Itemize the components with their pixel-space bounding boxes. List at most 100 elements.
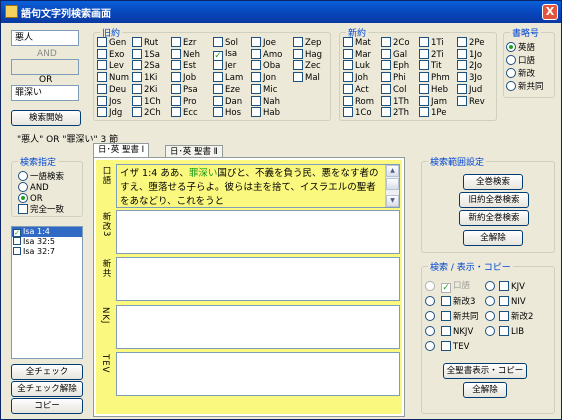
checkbox-box[interactable] <box>343 107 353 118</box>
checkbox-box[interactable] <box>251 107 261 118</box>
radio-dot[interactable] <box>425 326 435 336</box>
checkbox-box[interactable] <box>132 95 142 106</box>
ot-book-1ch[interactable]: 1Ch <box>132 95 161 108</box>
ot-book-1sa[interactable]: 1Sa <box>132 48 160 61</box>
checkbox-box[interactable] <box>441 326 451 336</box>
display-version-r3[interactable]: LIB <box>499 326 524 338</box>
display-radio-r1[interactable] <box>485 296 497 308</box>
exact-match-checkbox[interactable]: 完全一致 <box>18 204 64 216</box>
checkbox-box[interactable] <box>457 72 467 83</box>
show-copy-all-button[interactable]: 全聖書表示・コピー <box>443 363 527 379</box>
search-ot-button[interactable]: 旧約全巻検索 <box>459 192 529 208</box>
ot-book-sol[interactable]: Sol <box>213 37 238 49</box>
display-version-r0[interactable]: KJV <box>499 281 525 293</box>
ot-book-ecc[interactable]: Ecc <box>171 107 198 119</box>
nt-book-luk[interactable]: Luk <box>343 60 370 72</box>
nt-book-rev[interactable]: Rev <box>457 95 485 108</box>
ot-book-nah[interactable]: Nah <box>251 95 280 108</box>
ot-book-job[interactable]: Job <box>171 72 196 84</box>
checkbox-box[interactable] <box>343 95 353 106</box>
tab-bible-1[interactable]: 日･英 聖書 Ⅰ <box>93 143 150 157</box>
display-radio-1[interactable] <box>425 296 437 308</box>
checkbox-box[interactable] <box>213 107 223 118</box>
display-radio-3[interactable] <box>425 326 437 338</box>
checkbox-box[interactable] <box>97 95 107 106</box>
nt-book-2ti[interactable]: 2Ti <box>419 48 444 61</box>
ot-book-hab[interactable]: Hab <box>251 107 280 119</box>
radio-dot[interactable] <box>485 296 495 306</box>
passage-text-pane[interactable] <box>116 257 400 301</box>
checkbox-box[interactable] <box>213 37 223 47</box>
ot-book-2ch[interactable]: 2Ch <box>132 107 161 119</box>
result-checkbox[interactable] <box>13 237 21 245</box>
scroll-up-icon[interactable]: ▲ <box>386 165 399 177</box>
checkbox-box[interactable] <box>213 60 223 71</box>
radio-dot[interactable] <box>18 182 28 192</box>
ot-book-2sa[interactable]: 2Sa <box>132 60 160 72</box>
ot-book-eze[interactable]: Eze <box>213 83 240 96</box>
checkbox-box[interactable] <box>381 72 391 83</box>
close-button[interactable]: X <box>542 4 558 20</box>
checkbox-box[interactable] <box>97 48 107 59</box>
checkbox-box[interactable] <box>132 83 142 94</box>
nt-book-tit[interactable]: Tit <box>419 60 442 72</box>
display-radio-0[interactable] <box>425 281 437 293</box>
checkbox-box[interactable] <box>171 60 181 71</box>
ot-book-lam[interactable]: Lam <box>213 72 243 84</box>
ot-book-dan[interactable]: Dan <box>213 95 242 108</box>
nt-book-phm[interactable]: Phm <box>419 72 450 84</box>
passage-scrollbar[interactable]: ▲ ▼ <box>385 165 399 207</box>
nt-book-mar[interactable]: Mar <box>343 48 371 61</box>
abbr-option-3[interactable]: 新共同 <box>506 81 544 93</box>
ot-book-deu[interactable]: Deu <box>97 83 126 96</box>
display-version-1[interactable]: 新改3 <box>441 296 475 308</box>
display-version-r2[interactable]: 新改2 <box>499 311 533 323</box>
ot-book-amo[interactable]: Amo <box>251 48 282 61</box>
checkbox-box[interactable] <box>457 95 467 106</box>
checkbox-box[interactable] <box>381 48 391 59</box>
radio-dot[interactable] <box>506 42 516 52</box>
checkbox-box[interactable] <box>441 296 451 306</box>
checkbox-box[interactable] <box>251 37 261 47</box>
ot-book-mic[interactable]: Mic <box>251 83 277 96</box>
checkbox-box[interactable] <box>381 95 391 106</box>
start-search-button[interactable]: 検索開始 <box>11 110 81 126</box>
radio-dot[interactable] <box>425 296 435 306</box>
tab-bible-2[interactable]: 日･英 聖書 Ⅱ <box>165 145 223 157</box>
abbr-option-0[interactable]: 英語 <box>506 42 535 54</box>
checkbox-box[interactable] <box>381 60 391 71</box>
checkbox-box[interactable] <box>171 37 181 47</box>
nt-book-heb[interactable]: Heb <box>419 83 448 96</box>
ot-book-jos[interactable]: Jos <box>97 95 121 108</box>
checkbox-box[interactable] <box>343 37 353 47</box>
passage-text-pane[interactable] <box>116 305 400 349</box>
nt-book-joh[interactable]: Joh <box>343 72 368 84</box>
ot-book-psa[interactable]: Psa <box>171 83 198 96</box>
radio-dot[interactable] <box>506 68 516 78</box>
checkbox-box[interactable] <box>18 204 28 214</box>
search-all-button[interactable]: 全巻検索 <box>463 174 523 190</box>
checkbox-box[interactable] <box>293 48 303 59</box>
checkbox-box[interactable] <box>343 48 353 59</box>
checkbox-box[interactable] <box>132 72 142 83</box>
display-radio-2[interactable] <box>425 311 437 323</box>
display-version-3[interactable]: NKJV <box>441 326 473 338</box>
checkbox-box[interactable] <box>132 48 142 59</box>
radio-dot[interactable] <box>425 341 435 351</box>
checkbox-box[interactable] <box>293 37 303 47</box>
nt-book-2th[interactable]: 2Th <box>381 107 409 119</box>
radio-dot[interactable] <box>425 281 435 291</box>
checkbox-box[interactable] <box>419 83 429 94</box>
radio-dot[interactable] <box>425 311 435 321</box>
radio-dot[interactable] <box>506 55 516 65</box>
nt-book-1pe[interactable]: 1Pe <box>419 107 446 119</box>
abbr-option-1[interactable]: 口語 <box>506 55 535 67</box>
abbr-option-2[interactable]: 新改 <box>506 68 535 80</box>
checkbox-box[interactable] <box>381 37 391 47</box>
radio-dot[interactable] <box>485 311 495 321</box>
passage-text-pane[interactable] <box>116 210 400 254</box>
ot-book-hos[interactable]: Hos <box>213 107 241 119</box>
checkbox-box[interactable] <box>251 60 261 71</box>
nt-book-col[interactable]: Col <box>381 83 407 96</box>
checkbox-box[interactable] <box>213 83 223 94</box>
